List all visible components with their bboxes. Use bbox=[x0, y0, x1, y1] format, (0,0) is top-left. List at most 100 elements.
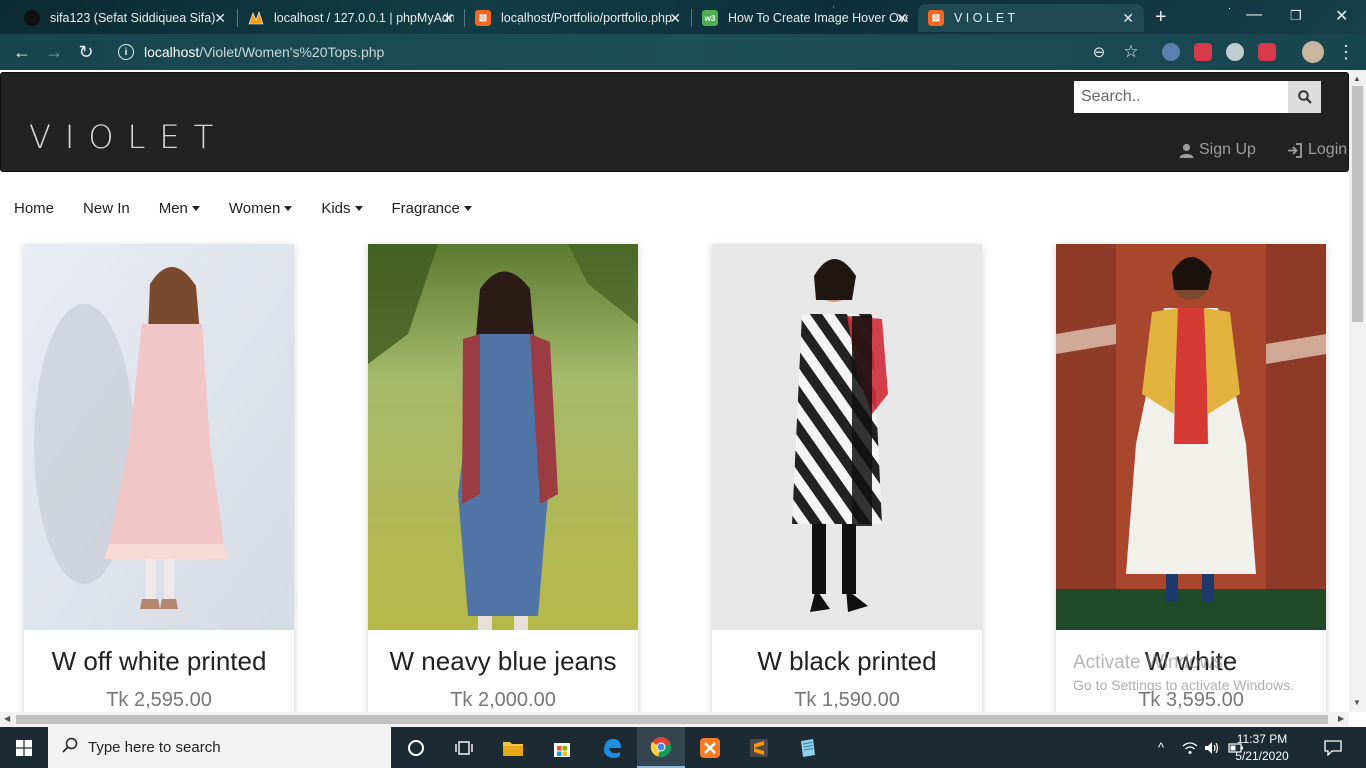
address-bar[interactable]: i localhost/Violet/Women's%20Tops.php bbox=[110, 38, 1150, 66]
close-window-icon[interactable]: ✕ bbox=[1335, 6, 1348, 26]
edge-icon[interactable] bbox=[588, 727, 636, 768]
start-button[interactable] bbox=[0, 727, 48, 768]
product-card[interactable]: W neavy blue jeans Tk 2,000.00 bbox=[368, 244, 638, 712]
product-image[interactable] bbox=[368, 244, 638, 630]
signup-link[interactable]: Sign Up bbox=[1179, 141, 1256, 159]
nav-kids[interactable]: Kids bbox=[321, 200, 363, 217]
close-tab-icon[interactable]: ✕ bbox=[442, 10, 454, 27]
scroll-left-icon[interactable]: ◀ bbox=[4, 714, 10, 723]
caret-down-icon bbox=[284, 206, 293, 211]
scroll-down-icon[interactable]: ▼ bbox=[1353, 698, 1361, 707]
phpmyadmin-icon bbox=[248, 10, 264, 26]
extension-pocket-icon[interactable] bbox=[1194, 43, 1212, 61]
forward-icon[interactable]: → bbox=[42, 40, 66, 64]
browser-toolbar: ← → ↻ i localhost/Violet/Women's%20Tops.… bbox=[0, 34, 1366, 70]
caret-down-icon bbox=[191, 206, 200, 211]
volume-icon[interactable] bbox=[1204, 727, 1220, 768]
nav-home[interactable]: Home bbox=[14, 200, 54, 217]
horizontal-scrollbar[interactable]: ◀ ▶ bbox=[0, 712, 1349, 727]
tab-phpmyadmin[interactable]: localhost / 127.0.0.1 | phpMyAdmin ✕ bbox=[238, 4, 464, 32]
close-tab-icon[interactable]: ✕ bbox=[896, 10, 908, 27]
product-name[interactable]: W neavy blue jeans bbox=[368, 646, 638, 677]
info-icon[interactable]: i bbox=[118, 44, 134, 60]
caret-down-icon bbox=[354, 206, 363, 211]
scroll-right-icon[interactable]: ▶ bbox=[1338, 714, 1344, 723]
product-card[interactable]: W black printed Tk 1,590.00 bbox=[712, 244, 982, 712]
product-price: Tk 2,595.00 bbox=[106, 689, 212, 711]
product-name[interactable]: W off white printed bbox=[24, 646, 294, 677]
chrome-taskbar-icon[interactable] bbox=[637, 727, 685, 768]
system-clock[interactable]: 11:37 PM 5/21/2020 bbox=[1227, 731, 1297, 765]
browser-tab-bar: sifa123 (Sefat Siddiquea Sifa) ✕ localho… bbox=[0, 0, 1366, 34]
search-button[interactable] bbox=[1288, 81, 1321, 113]
product-name[interactable]: W black printed bbox=[712, 646, 982, 677]
search-icon bbox=[1297, 90, 1312, 104]
notepad-icon[interactable] bbox=[784, 727, 832, 768]
task-view-icon[interactable] bbox=[440, 727, 488, 768]
nav-women[interactable]: Women bbox=[229, 200, 293, 217]
tab-violet[interactable]: ⊠ V I O L E T ✕ bbox=[918, 4, 1144, 32]
search-bar bbox=[1074, 81, 1321, 113]
new-tab-button[interactable]: + bbox=[1155, 6, 1167, 29]
minimize-icon[interactable]: — bbox=[1246, 6, 1262, 24]
activate-windows-hint: Go to Settings to activate Windows. bbox=[1073, 677, 1294, 693]
back-icon[interactable]: ← bbox=[10, 40, 34, 64]
windows-taskbar: Type here to search ^ 11:37 PM 5/21/2020 bbox=[0, 727, 1366, 768]
product-card[interactable]: W white Tk 3,595.00 bbox=[1056, 244, 1326, 712]
product-image[interactable] bbox=[24, 244, 294, 630]
store-icon[interactable] bbox=[538, 727, 586, 768]
extension-icon[interactable] bbox=[1226, 43, 1244, 61]
taskbar-search[interactable]: Type here to search bbox=[48, 727, 391, 768]
scroll-up-icon[interactable]: ▲ bbox=[1353, 74, 1361, 83]
login-icon bbox=[1288, 142, 1302, 158]
url-text: localhost/Violet/Women's%20Tops.php bbox=[144, 44, 385, 60]
scrollbar-thumb[interactable] bbox=[16, 715, 1328, 724]
profile-avatar[interactable] bbox=[1302, 41, 1324, 63]
file-explorer-icon[interactable] bbox=[489, 727, 537, 768]
product-price: Tk 2,000.00 bbox=[450, 689, 556, 711]
show-hidden-icons[interactable]: ^ bbox=[1158, 727, 1164, 768]
product-image[interactable] bbox=[1056, 244, 1326, 630]
site-header: VIOLET Sign Up Login bbox=[0, 72, 1349, 172]
tab-github[interactable]: sifa123 (Sefat Siddiquea Sifa) ✕ bbox=[14, 4, 236, 32]
xampp-taskbar-icon[interactable] bbox=[686, 727, 734, 768]
zoom-icon[interactable]: ⊖ bbox=[1087, 40, 1111, 64]
extension-youtube-icon[interactable] bbox=[1258, 43, 1276, 61]
cortana-icon[interactable] bbox=[392, 727, 440, 768]
github-icon bbox=[24, 10, 40, 26]
brand-logo[interactable]: VIOLET bbox=[29, 118, 227, 156]
bookmark-star-icon[interactable]: ☆ bbox=[1119, 40, 1143, 64]
restore-icon[interactable]: ❐ bbox=[1290, 8, 1302, 24]
vertical-scrollbar[interactable]: ▲ ▼ bbox=[1349, 70, 1366, 712]
search-input[interactable] bbox=[1074, 81, 1288, 113]
nav-new-in[interactable]: New In bbox=[83, 200, 130, 217]
xampp-icon: ⊠ bbox=[928, 10, 944, 26]
reload-icon[interactable]: ↻ bbox=[74, 40, 98, 64]
scrollbar-thumb[interactable] bbox=[1352, 86, 1363, 322]
network-icon[interactable] bbox=[1182, 727, 1198, 768]
user-icon bbox=[1179, 143, 1194, 158]
nav-fragrance[interactable]: Fragrance bbox=[392, 200, 472, 217]
xampp-icon: ⊠ bbox=[475, 10, 491, 26]
login-link[interactable]: Login bbox=[1287, 141, 1347, 159]
windows-logo-icon bbox=[16, 739, 32, 756]
caret-down-icon bbox=[463, 206, 472, 211]
close-tab-icon[interactable]: ✕ bbox=[1122, 10, 1134, 27]
tab-portfolio[interactable]: ⊠ localhost/Portfolio/portfolio.php ✕ bbox=[465, 4, 691, 32]
product-image[interactable] bbox=[712, 244, 982, 630]
sublime-text-icon[interactable] bbox=[735, 727, 783, 768]
search-icon bbox=[62, 737, 78, 758]
extension-cursor-icon[interactable] bbox=[1162, 43, 1180, 61]
w3schools-icon: w3 bbox=[702, 10, 718, 26]
product-price: Tk 1,590.00 bbox=[794, 689, 900, 711]
action-center-icon[interactable] bbox=[1324, 727, 1342, 768]
close-tab-icon[interactable]: ✕ bbox=[214, 10, 226, 27]
product-card[interactable]: W off white printed Tk 2,595.00 bbox=[24, 244, 294, 712]
web-page: VIOLET Sign Up Login Home New In Men Wom… bbox=[0, 70, 1349, 712]
activate-windows-watermark: Activate Windows bbox=[1073, 652, 1223, 673]
tab-w3schools[interactable]: w3 How To Create Image Hover Overlay ✕ bbox=[692, 4, 918, 32]
nav-men[interactable]: Men bbox=[159, 200, 200, 217]
close-tab-icon[interactable]: ✕ bbox=[669, 10, 681, 27]
menu-kebab-icon[interactable]: ⋮ bbox=[1334, 40, 1358, 64]
main-nav: Home New In Men Women Kids Fragrance bbox=[14, 200, 501, 217]
